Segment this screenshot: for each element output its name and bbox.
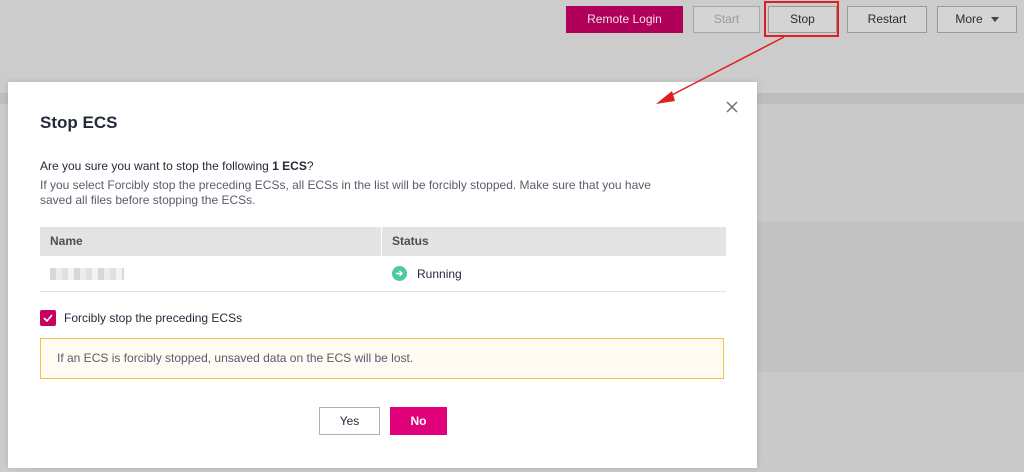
restart-button[interactable]: Restart [847,6,927,33]
running-status-icon [392,266,407,281]
question-suffix: ? [306,159,314,173]
redacted-ecs-name [50,267,124,280]
start-button[interactable]: Start [693,6,760,33]
data-loss-warning: If an ECS is forcibly stopped, unsaved d… [40,338,724,379]
question-prefix: Are you sure you want to stop the follow… [40,159,273,173]
yes-button[interactable]: Yes [319,407,380,435]
ecs-name-cell [40,256,382,291]
checkmark-icon [43,314,53,322]
force-stop-label: Forcibly stop the preceding ECSs [64,311,243,325]
more-label: More [955,12,983,26]
dialog-title: Stop ECS [40,113,118,132]
ecs-status-text: Running [417,266,462,281]
stop-button[interactable]: Stop [768,6,837,33]
remote-login-button[interactable]: Remote Login [566,6,683,33]
column-header-status: Status [392,234,429,248]
ecs-status-cell: Running [382,256,726,291]
force-stop-note: If you select Forcibly stop the precedin… [40,178,651,207]
chevron-down-icon [990,17,999,23]
force-stop-checkbox[interactable] [40,310,56,326]
more-button[interactable]: More [937,6,1017,33]
table-header: Name Status [40,227,726,256]
stop-ecs-dialog: Stop ECS Are you sure you want to stop t… [8,82,757,468]
table-row: Running [40,256,726,292]
force-stop-option[interactable]: Forcibly stop the preceding ECSs [40,310,242,326]
close-icon[interactable] [723,98,741,116]
column-header-name: Name [40,227,382,256]
confirm-question: Are you sure you want to stop the follow… [40,159,314,173]
question-count: 1 ECS [272,159,307,173]
ecs-table: Name Status Running [40,227,726,292]
no-button[interactable]: No [390,407,447,435]
